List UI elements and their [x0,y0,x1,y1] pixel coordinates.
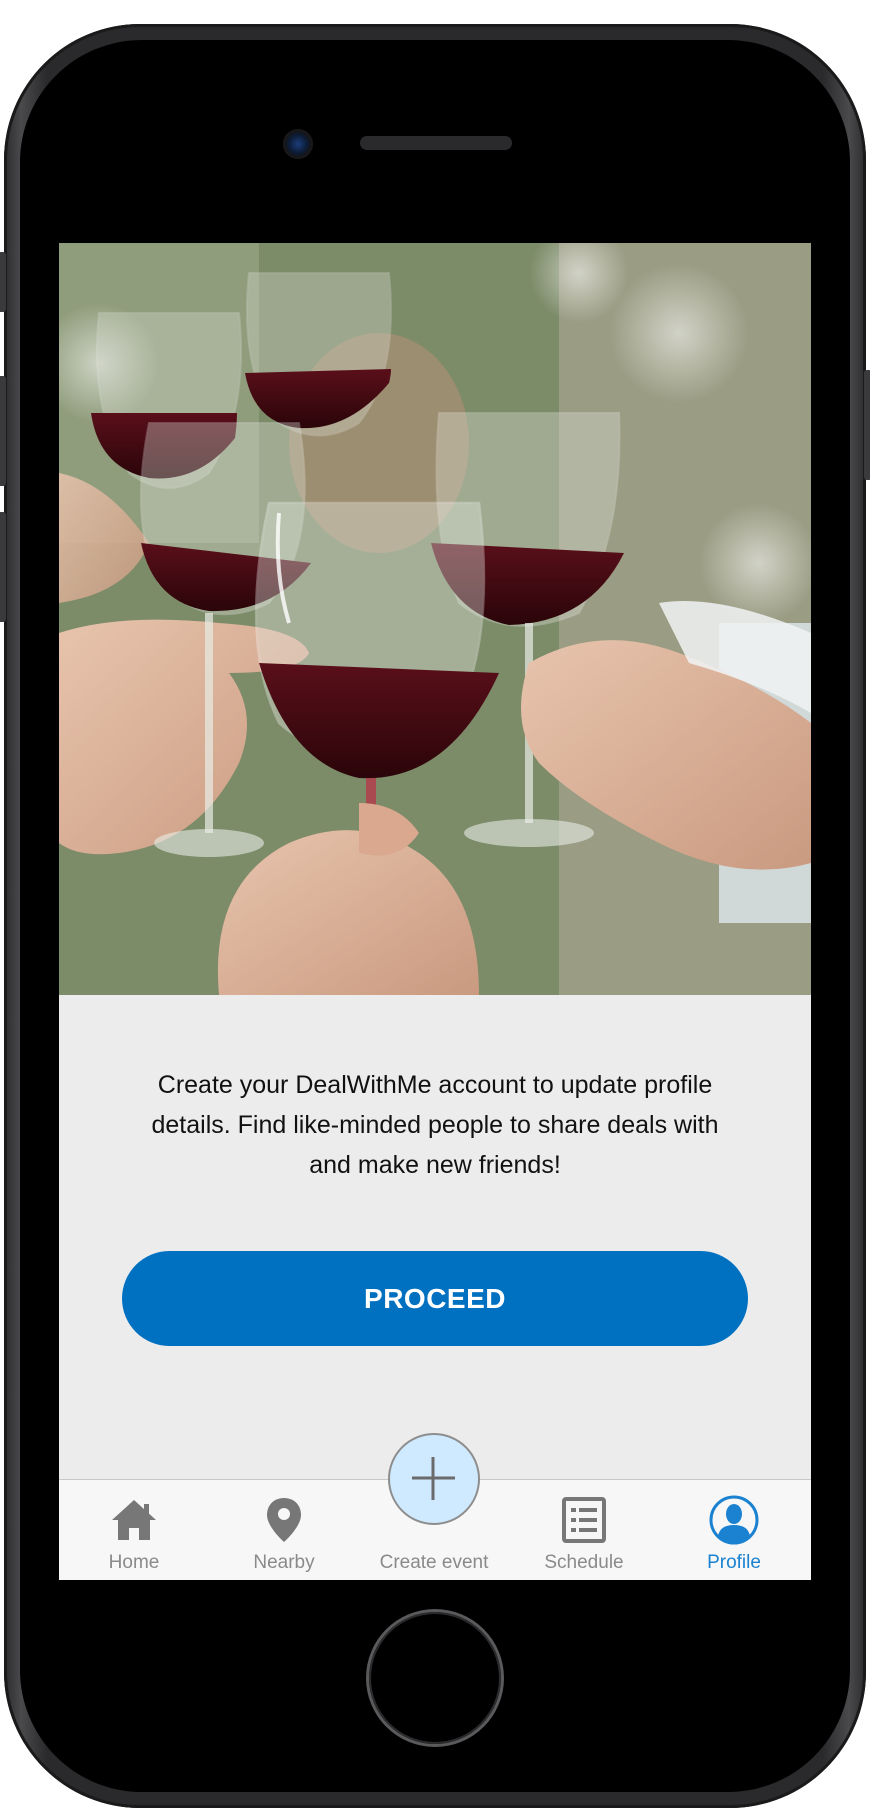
earpiece-speaker [360,136,512,150]
tab-nearby-label: Nearby [253,1552,315,1573]
home-button[interactable] [369,1612,501,1744]
volume-down-button [0,512,6,622]
person-icon [709,1495,759,1545]
tab-schedule[interactable]: Schedule [509,1480,659,1580]
map-pin-icon [267,1498,301,1542]
wine-toast-photo [59,243,811,995]
create-event-button[interactable] [388,1433,480,1525]
house-icon [112,1500,156,1540]
tab-home[interactable]: Home [59,1480,209,1580]
tab-profile[interactable]: Profile [659,1480,809,1580]
volume-up-button [0,376,6,486]
signup-message: Create your DealWithMe account to update… [151,1071,719,1179]
list-icon [562,1497,606,1543]
tab-profile-label: Profile [707,1552,761,1573]
tab-nearby[interactable]: Nearby [209,1480,359,1580]
tab-schedule-label: Schedule [544,1552,624,1573]
plus-icon [412,1457,455,1500]
app-screen: Create your DealWithMe account to update… [59,243,811,1580]
power-button [864,370,870,480]
proceed-button[interactable]: PROCEED [122,1251,748,1346]
mute-switch [0,252,6,312]
front-camera [283,129,313,159]
tab-home-label: Home [108,1552,160,1573]
tab-create-event-label: Create event [379,1552,489,1573]
hero-image [59,243,811,995]
